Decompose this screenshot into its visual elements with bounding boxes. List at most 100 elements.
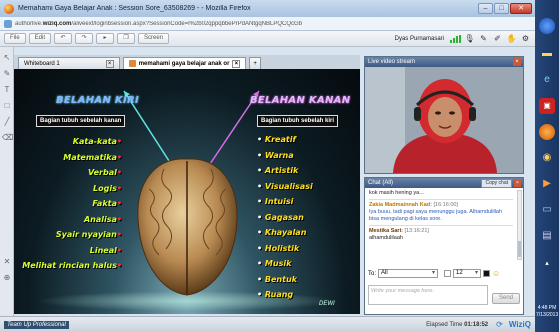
video-title: Live video stream (368, 59, 416, 65)
shape-icon[interactable]: □ (2, 101, 12, 111)
video-close-icon[interactable]: × (513, 58, 521, 66)
left-item: Kata-kata• (72, 137, 122, 146)
right-item: • Intuisi (257, 197, 294, 206)
start-orb-icon[interactable] (539, 18, 555, 34)
chat-message: Mestika Sari: [13:16:21] alhamdulilaah (369, 228, 513, 242)
chat-close-icon[interactable]: × (514, 179, 521, 187)
tab-close-icon[interactable]: × (232, 59, 241, 68)
folder-icon[interactable]: ▬ (539, 46, 555, 62)
font-size-select[interactable]: 12 ▾ (453, 269, 482, 278)
tab-whiteboard-1[interactable]: Whiteboard 1 × (18, 57, 120, 69)
os-taskbar: ▬ e ▣ ◉ ▶ ▭ ▤ ▴ 4:48 PM 7/13/2013 (535, 0, 559, 332)
left-item: Fakta• (92, 199, 122, 208)
edit-menu[interactable]: Edit (28, 33, 52, 44)
pencil-icon[interactable]: ✎ (2, 69, 12, 79)
cursor-icon[interactable]: ↖ (2, 53, 12, 63)
chat-options-row: To: All ▾ 12 ▾ ☺ (368, 268, 522, 279)
classroom-toolbar: File Edit ↶ ↷ ▸ ❐ Screen Dyas Purnamasar… (0, 31, 535, 47)
to-label: To: (368, 270, 377, 277)
elapsed-time: Elapsed Time 01:18:52 (426, 321, 489, 328)
monitor-icon[interactable]: ▭ (539, 202, 555, 218)
site-identity-icon[interactable] (4, 19, 12, 28)
text-tool-icon[interactable]: T (2, 85, 12, 95)
bold-toggle[interactable] (444, 270, 452, 277)
player-icon[interactable]: ▶ (539, 176, 555, 192)
brush-icon[interactable]: ✐ (492, 33, 503, 44)
address-bar[interactable]: authorlive.wiziq.com/aliveext/loginbsess… (0, 17, 535, 31)
chat-divider (369, 225, 513, 226)
redo-icon[interactable]: ↷ (75, 33, 94, 44)
message-text: kok masih hening ya... (369, 190, 424, 196)
presenter-video-frame (365, 67, 523, 173)
right-item: • Visualisasi (257, 181, 313, 191)
video-header: Live video stream × (365, 57, 523, 67)
line-icon[interactable]: ╱ (2, 117, 12, 127)
hand-raise-icon[interactable]: ✋ (506, 33, 517, 44)
connection-signal-icon (450, 34, 461, 43)
right-item: • Kreatif (257, 135, 296, 144)
file-menu[interactable]: File (4, 33, 26, 44)
app-icon[interactable]: ▣ (539, 98, 555, 114)
chat-scrollbar[interactable] (517, 190, 522, 260)
chat-header: Chat (All) Copy chat × (365, 178, 523, 188)
add-tab-button[interactable]: + (249, 57, 261, 69)
tray-icons[interactable]: ▴ (539, 256, 555, 272)
right-item: • Warna (257, 150, 294, 160)
eraser-icon[interactable]: ⌫ (2, 133, 13, 143)
right-item: • Holistik (257, 243, 300, 253)
left-item: Syair nyayian• (55, 230, 122, 239)
send-button[interactable]: Send (492, 293, 520, 304)
copy-chat-button[interactable]: Copy chat (481, 178, 512, 188)
tab-label: Whiteboard 1 (24, 60, 60, 67)
minimize-button[interactable]: – (478, 3, 493, 14)
whiteboard-slide[interactable]: BELAHAN KIRI BELAHAN KANAN Bagian tubuh … (14, 69, 360, 314)
tab-close-icon[interactable]: × (105, 59, 114, 68)
message-time: [13:16:21] (404, 228, 429, 234)
maximize-button[interactable]: □ (494, 3, 509, 14)
document-icon[interactable]: ▤ (539, 228, 555, 244)
font-color-picker[interactable] (483, 270, 491, 277)
left-item: Verbal• (88, 168, 122, 177)
window-titlebar: Memahami Gaya Belajar Anak : Session Sor… (0, 0, 535, 17)
left-item: Logis• (93, 183, 122, 193)
emoticon-icon[interactable]: ☺ (492, 269, 500, 278)
play-icon[interactable]: ▸ (96, 33, 115, 44)
recipient-select[interactable]: All ▾ (378, 269, 439, 278)
status-bar: Team Up Professional Elapsed Time 01:18:… (0, 316, 535, 332)
zoom-icon[interactable]: ⊕ (2, 273, 12, 283)
whiteboard-tool-strip: ↖ ✎ T □ ╱ ⌫ ✕ ⊕ (0, 47, 14, 317)
screen-share-button[interactable]: Screen (138, 33, 170, 44)
window-controls: – □ ✕ (478, 3, 532, 14)
right-item: • Khayalan (257, 228, 307, 237)
pen-icon[interactable]: ✎ (478, 33, 489, 44)
refresh-icon[interactable]: ⟳ (496, 320, 503, 329)
chat-messages: kok masih hening ya... Zakia Madmainnah … (365, 188, 517, 262)
internet-explorer-icon[interactable]: e (539, 72, 555, 88)
left-item: Matematika• (63, 152, 122, 162)
close-button[interactable]: ✕ (510, 3, 532, 14)
microphone-icon[interactable]: 🎙 (464, 33, 475, 44)
tab-presentation[interactable]: memahami gaya belajar anak or × (122, 57, 247, 69)
tools-icon[interactable]: ⚙ (520, 33, 531, 44)
user-name: Dyas Purnamasari (394, 35, 444, 42)
live-video-panel: Live video stream × (364, 56, 524, 174)
media-icon[interactable]: ◉ (539, 150, 555, 166)
right-item: • Artistik (257, 166, 299, 175)
message-text: alhamdulilaah (369, 235, 403, 241)
slide-signature: DEWI (319, 301, 335, 307)
clock-date: 7/13/2013 (536, 312, 559, 318)
delete-icon[interactable]: ✕ (2, 257, 12, 267)
message-author: Mestika Sari: (369, 228, 403, 234)
chat-input[interactable]: Write your message here. (368, 285, 488, 305)
chat-divider (369, 199, 513, 200)
right-subtitle: Bagian tubuh sebelah kiri (257, 115, 339, 127)
chat-panel: Chat (All) Copy chat × kok masih hening … (364, 177, 524, 315)
address-url[interactable]: authorlive.wiziq.com/aliveext/loginbsess… (15, 21, 302, 27)
left-item: Melihat rincian halus• (22, 261, 122, 270)
chat-title: Chat (All) (368, 180, 394, 186)
right-item: • Bentuk (257, 274, 297, 284)
firefox-taskbar-icon[interactable] (539, 124, 555, 140)
undo-icon[interactable]: ↶ (54, 33, 73, 44)
chat-message: Zakia Madmainnah Kad: [16:16:00] Iya buu… (369, 202, 513, 223)
pages-icon[interactable]: ❐ (117, 33, 136, 44)
